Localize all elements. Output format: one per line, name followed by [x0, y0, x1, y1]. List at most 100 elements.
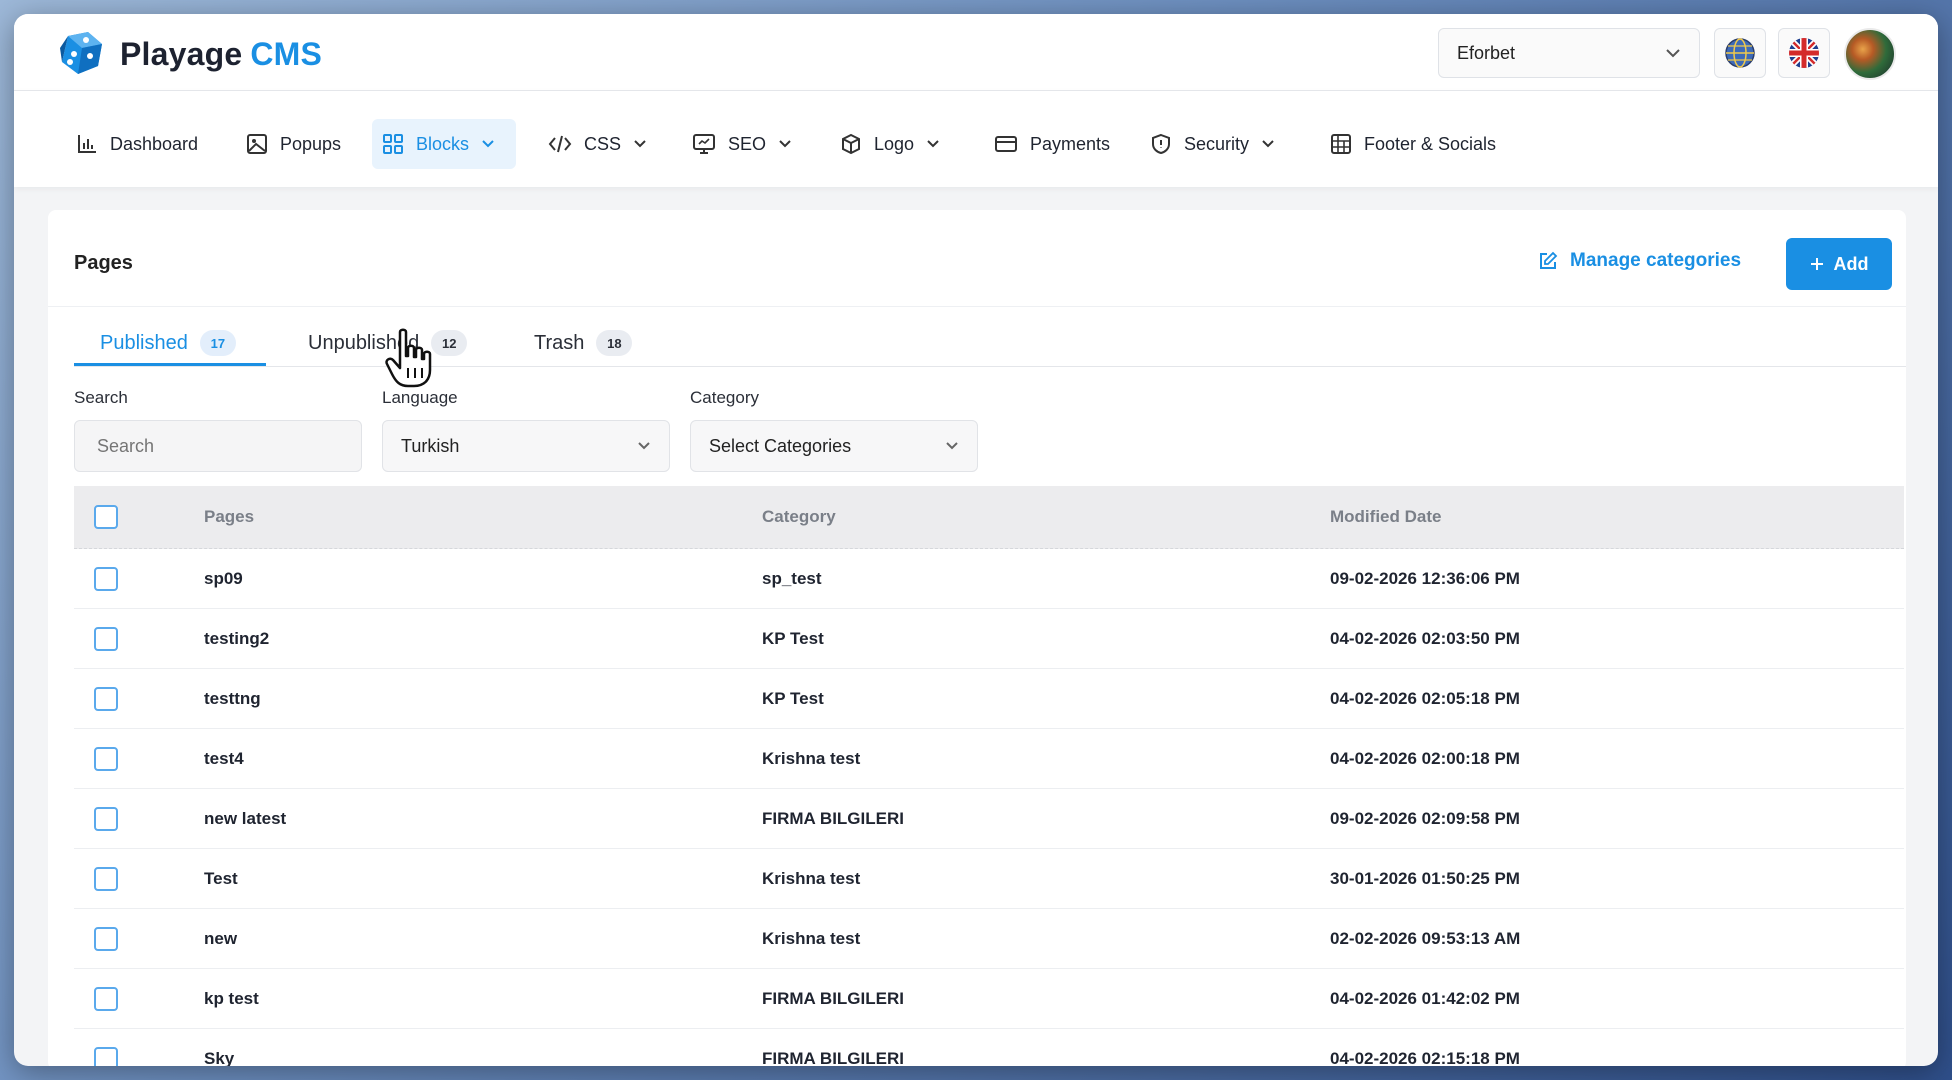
box-icon — [842, 133, 860, 155]
logo[interactable]: Playage CMS — [54, 28, 322, 80]
search-input[interactable] — [74, 420, 362, 472]
page-category: sp_test — [762, 568, 822, 588]
table-row[interactable]: testing2 KP Test 04-02-2026 02:03:50 PM — [74, 609, 1904, 669]
page-category: KP Test — [762, 688, 824, 708]
page-name[interactable]: Test — [204, 869, 238, 889]
manage-categories-link[interactable]: Manage categories — [1538, 250, 1741, 272]
count-badge: 17 — [199, 330, 236, 356]
page-name[interactable]: test4 — [204, 749, 244, 769]
layout-icon — [1331, 134, 1351, 154]
monitor-icon — [693, 134, 715, 154]
page-modified-date: 04-02-2026 01:42:02 PM — [1330, 988, 1520, 1008]
table-row[interactable]: sp09 sp_test 09-02-2026 12:36:06 PM — [74, 549, 1904, 609]
nav-dashboard[interactable]: Dashboard — [66, 119, 208, 169]
page-modified-date: 04-02-2026 02:15:18 PM — [1330, 1048, 1520, 1067]
header-divider — [48, 306, 1906, 307]
nav-seo[interactable]: SEO — [682, 119, 802, 169]
page-modified-date: 02-02-2026 09:53:13 AM — [1330, 928, 1521, 948]
row-checkbox[interactable] — [94, 746, 118, 771]
column-header-pages: Pages — [204, 507, 255, 526]
select-all-checkbox[interactable] — [94, 505, 118, 529]
site-select-value: Eforbet — [1457, 42, 1516, 63]
pages-table: Pages Category Modified Date sp09 sp_tes… — [74, 486, 1904, 1066]
nav-security[interactable]: Security — [1140, 119, 1285, 169]
table-header: Pages Category Modified Date — [74, 486, 1904, 549]
chevron-down-icon — [482, 140, 494, 148]
page-category: Krishna test — [762, 868, 861, 888]
status-tabs: Published 17 Unpublished 12 Trash 18 — [74, 310, 1906, 367]
row-checkbox[interactable] — [94, 986, 118, 1011]
shield-icon — [1152, 133, 1170, 155]
nav-css[interactable]: CSS — [538, 119, 657, 169]
nav-logo[interactable]: Logo — [830, 119, 950, 169]
table-row[interactable]: Test Krishna test 30-01-2026 01:50:25 PM — [74, 849, 1904, 909]
chevron-down-icon — [634, 140, 646, 148]
row-checkbox[interactable] — [94, 806, 118, 831]
page-title: Pages — [74, 252, 133, 274]
row-checkbox[interactable] — [94, 866, 118, 891]
site-select[interactable]: Eforbet — [1438, 28, 1700, 78]
user-avatar[interactable] — [1844, 28, 1896, 80]
page-modified-date: 04-02-2026 02:03:50 PM — [1330, 628, 1520, 648]
page-name[interactable]: new — [204, 929, 237, 949]
language-button[interactable] — [1778, 28, 1830, 78]
nav-popups[interactable]: Popups — [236, 119, 351, 169]
chevron-down-icon — [1262, 140, 1274, 148]
search-label: Search — [74, 388, 128, 407]
nav-payments[interactable]: Payments — [984, 119, 1120, 169]
page-name[interactable]: kp test — [204, 989, 259, 1009]
row-checkbox[interactable] — [94, 566, 118, 591]
language-select[interactable]: Turkish — [382, 420, 670, 472]
page-modified-date: 09-02-2026 02:09:58 PM — [1330, 808, 1520, 828]
page-name[interactable]: Sky — [204, 1049, 234, 1067]
page-modified-date: 30-01-2026 01:50:25 PM — [1330, 868, 1520, 888]
credit-card-icon — [995, 136, 1017, 152]
chevron-down-icon — [779, 140, 791, 148]
page-name[interactable]: sp09 — [204, 569, 243, 589]
page-name[interactable]: testing2 — [204, 629, 269, 649]
table-row[interactable]: test4 Krishna test 04-02-2026 02:00:18 P… — [74, 729, 1904, 789]
page-modified-date: 04-02-2026 02:00:18 PM — [1330, 748, 1520, 768]
page-modified-date: 04-02-2026 02:05:18 PM — [1330, 688, 1520, 708]
page-category: FIRMA BILGILERI — [762, 808, 904, 828]
row-checkbox[interactable] — [94, 1046, 118, 1066]
main-nav: Dashboard Popups Blocks CSS SEO Logo Pay… — [14, 91, 1938, 187]
page-modified-date: 09-02-2026 12:36:06 PM — [1330, 568, 1520, 588]
tab-published[interactable]: Published 17 — [100, 322, 236, 364]
edit-icon — [1540, 251, 1558, 269]
table-row[interactable]: kp test FIRMA BILGILERI 04-02-2026 01:42… — [74, 969, 1904, 1029]
dice-logo-icon — [60, 32, 102, 74]
page-category: FIRMA BILGILERI — [762, 1048, 904, 1067]
code-icon — [548, 135, 572, 153]
image-icon — [247, 134, 267, 154]
table-row[interactable]: testtng KP Test 04-02-2026 02:05:18 PM — [74, 669, 1904, 729]
page-name[interactable]: testtng — [204, 689, 261, 709]
table-row[interactable]: new latest FIRMA BILGILERI 09-02-2026 02… — [74, 789, 1904, 849]
tab-trash[interactable]: Trash 18 — [534, 322, 633, 364]
row-checkbox[interactable] — [94, 626, 118, 651]
table-row[interactable]: Sky FIRMA BILGILERI 04-02-2026 02:15:18 … — [74, 1029, 1904, 1066]
nav-footer-socials[interactable]: Footer & Socials — [1320, 119, 1506, 169]
globe-button[interactable] — [1714, 28, 1766, 78]
top-bar: Playage CMS Eforbet — [14, 14, 1938, 91]
table-row[interactable]: new Krishna test 02-02-2026 09:53:13 AM — [74, 909, 1904, 969]
row-checkbox[interactable] — [94, 686, 118, 711]
nav-blocks[interactable]: Blocks — [372, 119, 516, 169]
page-category: FIRMA BILGILERI — [762, 988, 904, 1008]
chevron-down-icon — [946, 442, 958, 450]
bar-chart-icon — [78, 135, 96, 153]
uk-flag-icon — [1789, 38, 1819, 68]
pages-card: Pages Manage categories Add Published 17… — [48, 210, 1906, 1066]
active-tab-indicator — [74, 363, 266, 366]
page-category: KP Test — [762, 628, 824, 648]
row-checkbox[interactable] — [94, 926, 118, 951]
count-badge: 12 — [431, 330, 468, 356]
column-header-modified-date: Modified Date — [1330, 507, 1442, 526]
hand-cursor-icon — [385, 328, 432, 388]
page-name[interactable]: new latest — [204, 809, 286, 829]
plus-icon — [1810, 258, 1823, 270]
column-header-category: Category — [762, 507, 836, 526]
add-button[interactable]: Add — [1786, 238, 1892, 290]
category-select[interactable]: Select Categories — [690, 420, 978, 472]
globe-icon — [1725, 38, 1755, 68]
